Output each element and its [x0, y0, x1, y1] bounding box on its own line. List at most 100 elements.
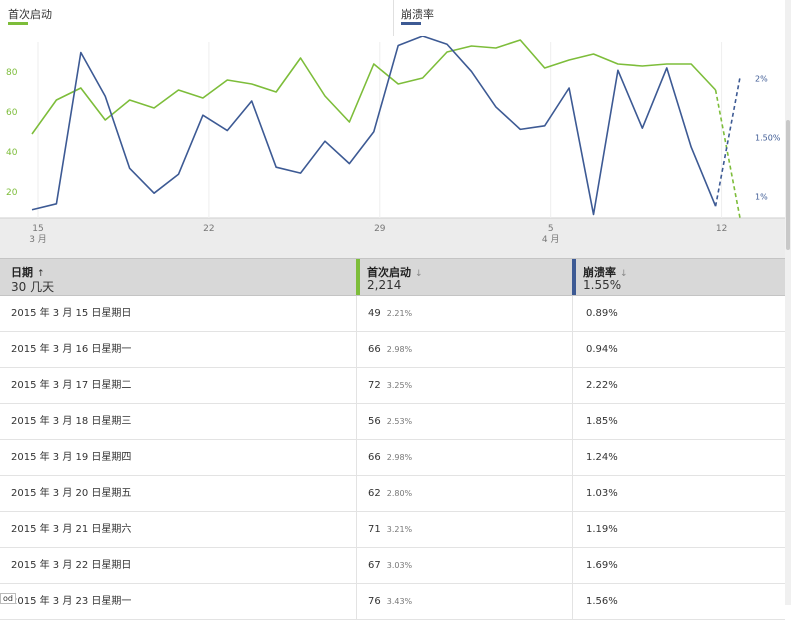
- column-accent-crash-rate: [572, 259, 576, 295]
- y-left-tick-label: 60: [6, 108, 18, 118]
- column-separator: [356, 476, 357, 511]
- cell-first-launches: 66: [368, 344, 381, 355]
- cell-date: 2015 年 3 月 18 日星期三: [11, 416, 132, 427]
- column-separator: [572, 368, 573, 403]
- line-chart[interactable]: 153 月 22 29 54 月 12 20 40 60 80 1% 1.50% 2%: [0, 36, 785, 258]
- column-summary-crash-rate: 1.55%: [583, 278, 622, 292]
- cell-crash-rate: 0.89%: [586, 308, 618, 319]
- cell-first-launches-pct: 3.25%: [386, 381, 413, 390]
- cell-date: 2015 年 3 月 17 日星期二: [11, 380, 132, 391]
- table-row[interactable]: 2015 年 3 月 17 日星期二 72 3.25% 2.22%: [0, 368, 785, 404]
- cell-first-launches: 62: [368, 488, 381, 499]
- cell-crash-rate: 1.69%: [586, 560, 618, 571]
- column-separator: [572, 476, 573, 511]
- column-separator: [572, 548, 573, 583]
- cell-first-launches: 72: [368, 380, 381, 391]
- x-tick-label: 22: [203, 224, 214, 234]
- legend-label-crash-rate[interactable]: 崩溃率: [401, 6, 434, 22]
- table-row[interactable]: 2015 年 3 月 19 日星期四 66 2.98% 1.24%: [0, 440, 785, 476]
- sort-descending-icon[interactable]: ↓: [415, 269, 423, 279]
- legend-divider: [393, 0, 394, 36]
- cell-first-launches: 67: [368, 560, 381, 571]
- column-separator: [356, 368, 357, 403]
- cell-first-launches-pct: 2.98%: [386, 345, 413, 354]
- column-separator: [572, 440, 573, 475]
- sort-descending-icon[interactable]: ↓: [620, 269, 628, 279]
- cell-crash-rate: 0.94%: [586, 344, 618, 355]
- column-separator: [572, 584, 573, 619]
- cell-crash-rate: 1.24%: [586, 452, 618, 463]
- y-right-tick-label: 1%: [755, 193, 768, 202]
- x-tick-month-label: 3 月: [29, 234, 47, 245]
- cell-date: 2015 年 3 月 19 日星期四: [11, 452, 132, 463]
- cell-date: 2015 年 3 月 23 日星期一: [11, 596, 132, 607]
- cell-first-launches-pct: 2.98%: [386, 453, 413, 462]
- column-separator: [356, 512, 357, 547]
- cell-first-launches-pct: 2.80%: [386, 489, 413, 498]
- cell-first-launches: 49: [368, 308, 381, 319]
- column-separator: [572, 296, 573, 331]
- cell-date: 2015 年 3 月 15 日星期日: [11, 308, 132, 319]
- column-separator: [356, 332, 357, 367]
- series-line-projected-first-launches: [714, 89, 741, 219]
- column-separator: [572, 332, 573, 367]
- y-right-tick-label: 1.50%: [755, 134, 781, 143]
- table-body: 2015 年 3 月 15 日星期日 49 2.21% 0.89% 2015 年 3 月…: [0, 296, 785, 620]
- cell-crash-rate: 1.03%: [586, 488, 618, 499]
- column-accent-first-launches: [356, 259, 360, 295]
- cell-date: 2015 年 3 月 22 日星期日: [11, 560, 132, 571]
- table-row[interactable]: 2015 年 3 月 23 日星期一 76 3.43% 1.56%: [0, 584, 785, 620]
- cell-crash-rate: 1.85%: [586, 416, 618, 427]
- legend-swatch-first-launches: [8, 22, 28, 25]
- column-summary-first-launches: 2,214: [367, 278, 402, 292]
- y-right-tick-label: 2%: [755, 75, 768, 84]
- table-row[interactable]: 2015 年 3 月 16 日星期一 66 2.98% 0.94%: [0, 332, 785, 368]
- corner-tag: od: [0, 593, 16, 604]
- y-left-tick-label: 80: [6, 68, 18, 78]
- column-header-date[interactable]: 日期 ↑ 30 几天: [0, 259, 356, 295]
- column-header-crash-rate[interactable]: 崩溃率 ↓ 1.55%: [572, 259, 785, 295]
- scrollbar-thumb[interactable]: [786, 120, 790, 250]
- column-separator: [356, 296, 357, 331]
- table-row[interactable]: 2015 年 3 月 20 日星期五 62 2.80% 1.03%: [0, 476, 785, 512]
- legend-swatch-crash-rate: [401, 22, 421, 25]
- table-row[interactable]: 2015 年 3 月 15 日星期日 49 2.21% 0.89%: [0, 296, 785, 332]
- x-axis-band: [0, 218, 785, 258]
- y-left-tick-label: 40: [6, 148, 18, 158]
- cell-date: 2015 年 3 月 21 日星期六: [11, 524, 132, 535]
- column-separator: [356, 548, 357, 583]
- cell-first-launches: 71: [368, 524, 381, 535]
- series-line-first-launches: [31, 39, 717, 135]
- cell-date: 2015 年 3 月 20 日星期五: [11, 488, 132, 499]
- cell-first-launches-pct: 2.53%: [386, 417, 413, 426]
- table-row[interactable]: 2015 年 3 月 22 日星期日 67 3.03% 1.69%: [0, 548, 785, 584]
- cell-first-launches-pct: 3.03%: [386, 561, 413, 570]
- scrollbar-track[interactable]: [785, 0, 791, 605]
- column-separator: [356, 440, 357, 475]
- cell-first-launches: 66: [368, 452, 381, 463]
- column-summary-date: 30 几天: [11, 280, 55, 294]
- data-table: 日期 ↑ 30 几天 首次启动 ↓ 2,214 崩溃率 ↓ 1.55% 2015 年 …: [0, 258, 785, 620]
- cell-first-launches: 56: [368, 416, 381, 427]
- cell-crash-rate: 2.22%: [586, 380, 618, 391]
- column-separator: [356, 584, 357, 619]
- column-header-first-launches[interactable]: 首次启动 ↓ 2,214: [356, 259, 572, 295]
- cell-first-launches-pct: 2.21%: [386, 309, 413, 318]
- cell-date: 2015 年 3 月 16 日星期一: [11, 344, 132, 355]
- x-tick-label: 15: [32, 224, 43, 234]
- x-tick-month-label: 4 月: [542, 234, 560, 245]
- x-tick-label: 5: [548, 224, 554, 234]
- cell-crash-rate: 1.56%: [586, 596, 618, 607]
- table-header: 日期 ↑ 30 几天 首次启动 ↓ 2,214 崩溃率 ↓ 1.55%: [0, 258, 785, 296]
- column-separator: [572, 404, 573, 439]
- series-line-projected-crash-rate: [714, 77, 741, 207]
- y-left-tick-label: 20: [6, 188, 18, 198]
- table-row[interactable]: 2015 年 3 月 18 日星期三 56 2.53% 1.85%: [0, 404, 785, 440]
- cell-first-launches: 76: [368, 596, 381, 607]
- column-separator: [356, 404, 357, 439]
- cell-first-launches-pct: 3.21%: [386, 525, 413, 534]
- x-tick-label: 29: [374, 224, 386, 234]
- table-row[interactable]: 2015 年 3 月 21 日星期六 71 3.21% 1.19%: [0, 512, 785, 548]
- legend-label-first-launches[interactable]: 首次启动: [8, 6, 52, 22]
- cell-crash-rate: 1.19%: [586, 524, 618, 535]
